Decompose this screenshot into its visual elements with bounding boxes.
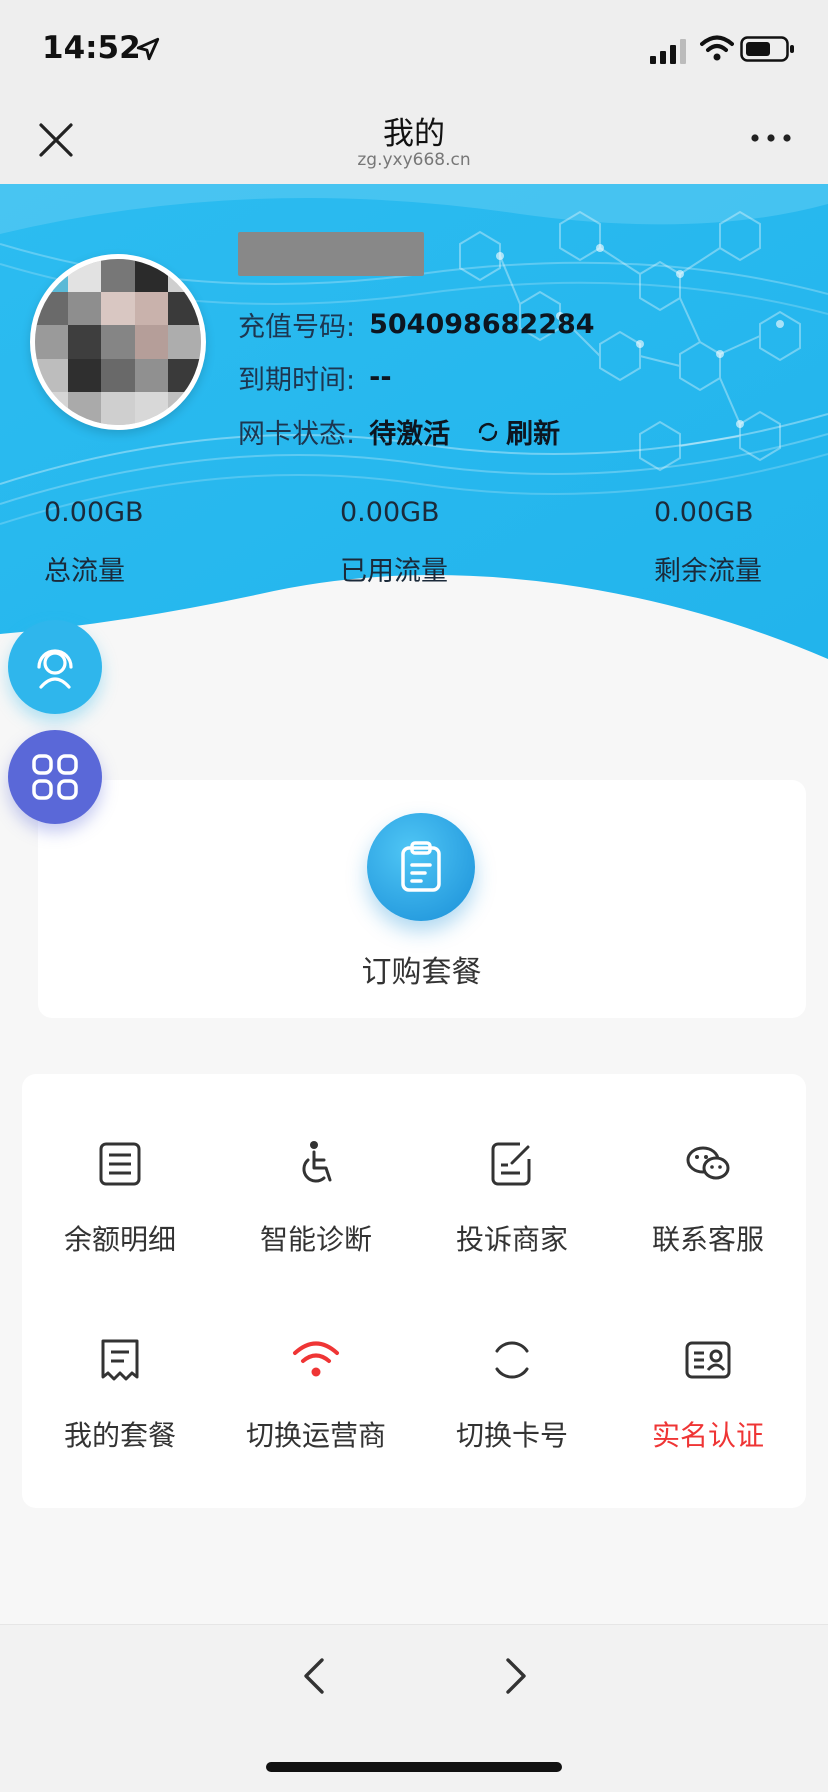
customer-service-float-button[interactable] — [8, 620, 102, 714]
grid-item-switch-card[interactable]: 切换卡号 — [414, 1336, 610, 1454]
grid-item-smart-diagnosis[interactable]: 智能诊断 — [218, 1140, 414, 1258]
home-indicator — [266, 1762, 562, 1772]
headset-icon — [37, 649, 73, 689]
battery-icon — [740, 36, 794, 62]
grid-item-label: 切换卡号 — [455, 1419, 568, 1452]
switch-card-icon — [495, 1341, 529, 1379]
id-card-icon — [685, 1341, 731, 1379]
grid-item-switch-carrier[interactable]: 切换运营商 — [218, 1336, 414, 1454]
order-package-label: 订购套餐 — [361, 955, 482, 990]
expire-time-label: 到期时间: — [238, 365, 356, 396]
apps-float-button[interactable] — [8, 730, 102, 824]
wifi-icon — [293, 1341, 339, 1377]
grid-item-balance-detail[interactable]: 余额明细 — [22, 1140, 218, 1258]
total-traffic-label: 总流量 — [44, 556, 125, 587]
wechat-icon — [686, 1146, 730, 1180]
grid-item-label: 智能诊断 — [259, 1223, 372, 1256]
grid-item-label: 切换运营商 — [245, 1419, 386, 1452]
page-title: 我的 — [383, 116, 445, 152]
accessibility-icon — [302, 1141, 332, 1183]
card-status-label: 网卡状态: — [238, 419, 356, 450]
receipt-icon — [101, 1339, 139, 1381]
recharge-number-row: 充值号码: 504098682284 — [238, 305, 595, 344]
total-traffic-value: 0.00GB — [44, 497, 144, 528]
grid-item-label: 我的套餐 — [63, 1419, 176, 1452]
balance-detail-icon — [99, 1142, 141, 1186]
grid-item-contact-service[interactable]: 联系客服 — [610, 1140, 806, 1258]
clipboard-icon — [401, 841, 441, 892]
grid-item-label: 余额明细 — [63, 1223, 176, 1256]
complaint-icon — [491, 1142, 531, 1186]
grid-item-my-package[interactable]: 我的套餐 — [22, 1336, 218, 1454]
refresh-label: 刷新 — [506, 419, 561, 450]
back-button[interactable] — [294, 1652, 334, 1700]
username-redacted — [238, 232, 424, 276]
used-traffic-label: 已用流量 — [340, 556, 448, 587]
recharge-number-value: 504098682284 — [369, 309, 595, 340]
grid-apps-icon — [32, 754, 78, 800]
grid-item-label: 投诉商家 — [455, 1223, 568, 1256]
location-arrow-icon — [136, 37, 160, 61]
forward-button[interactable] — [496, 1652, 536, 1700]
expire-time-value: -- — [369, 362, 392, 393]
refresh-icon — [478, 422, 498, 441]
grid-item-label: 联系客服 — [651, 1223, 764, 1256]
grid-item-complaint[interactable]: 投诉商家 — [414, 1140, 610, 1258]
remaining-traffic-value: 0.00GB — [654, 497, 754, 528]
wifi-status-icon — [700, 35, 734, 61]
used-traffic-value: 0.00GB — [340, 497, 440, 528]
more-options-button[interactable] — [748, 124, 794, 152]
order-package-button[interactable] — [367, 813, 475, 921]
refresh-button[interactable]: 刷新 — [476, 412, 560, 451]
card-status-row: 网卡状态: 待激活 刷新 — [238, 412, 560, 451]
page-domain: zg.yxy668.cn — [357, 150, 471, 170]
card-status-value: 待激活 — [369, 419, 451, 450]
remaining-traffic-label: 剩余流量 — [654, 556, 762, 587]
grid-item-label: 实名认证 — [651, 1419, 764, 1452]
grid-item-real-name-auth[interactable]: 实名认证 — [610, 1336, 806, 1454]
cellular-signal-icon — [650, 39, 686, 64]
user-avatar[interactable] — [30, 254, 206, 430]
recharge-number-label: 充值号码: — [238, 312, 356, 343]
expire-time-row: 到期时间: -- — [238, 358, 392, 397]
status-time: 14:52 — [42, 30, 141, 66]
